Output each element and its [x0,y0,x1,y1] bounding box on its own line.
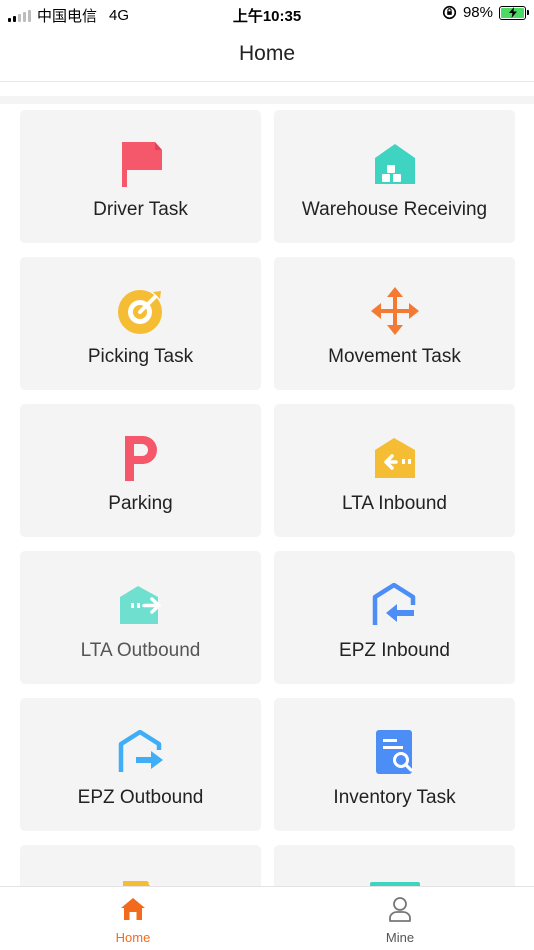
tab-home-label: Home [115,930,151,945]
epz-outbound-icon [20,728,261,776]
status-right: 98% [442,4,529,21]
home-icon [73,895,193,923]
content-area[interactable]: Driver Task Warehouse Receiving Picking … [0,96,534,886]
tile-partial-left[interactable] [20,845,261,886]
content-inner: Driver Task Warehouse Receiving Picking … [0,96,534,886]
tile-label: Picking Task [87,346,194,367]
tile-partial-right[interactable] [274,845,515,886]
tile-driver-task[interactable]: Driver Task [20,110,261,243]
tile-picking-task[interactable]: Picking Task [20,257,261,390]
tile-epz-outbound[interactable]: EPZ Outbound [20,698,261,831]
tile-label: Movement Task [328,346,461,367]
nav-header: Home [0,28,534,82]
target-icon [20,287,261,335]
tile-label: Warehouse Receiving [301,199,488,220]
epz-inbound-icon [274,581,515,629]
status-bar: 中国电信 4G 上午10:35 98% [0,0,534,28]
tile-warehouse-receiving[interactable]: Warehouse Receiving [274,110,515,243]
tab-bar: Home Mine [0,886,534,950]
parking-icon [20,434,261,482]
battery-percent: 98% [462,4,493,21]
inventory-search-icon [274,728,515,776]
app-screen: 中国电信 4G 上午10:35 98% Home Driver Task War… [0,0,534,950]
partial-yellow-icon [20,879,261,886]
top-band [0,96,534,104]
tile-label: Inventory Task [333,787,456,808]
move-arrows-icon [274,287,515,335]
tile-parking[interactable]: Parking [20,404,261,537]
tile-label: EPZ Inbound [339,640,450,661]
tab-mine-label: Mine [385,930,415,945]
flag-icon [20,140,261,188]
tile-lta-outbound[interactable]: LTA Outbound [20,551,261,684]
tile-label: LTA Inbound [342,493,447,514]
tab-home[interactable]: Home [73,895,193,947]
tile-movement-task[interactable]: Movement Task [274,257,515,390]
lta-outbound-icon [20,581,261,629]
tile-label: LTA Outbound [80,640,201,661]
tile-label: Parking [108,493,173,514]
warehouse-icon [274,140,515,188]
tile-label: Driver Task [93,199,188,220]
orientation-lock-icon [442,5,457,20]
lta-inbound-icon [274,434,515,482]
battery-icon [499,5,529,20]
tile-epz-inbound[interactable]: EPZ Inbound [274,551,515,684]
user-icon [340,895,460,923]
page-title: Home [238,42,296,65]
tile-label: EPZ Outbound [77,787,204,808]
tile-inventory-task[interactable]: Inventory Task [274,698,515,831]
tab-mine[interactable]: Mine [340,895,460,947]
tile-lta-inbound[interactable]: LTA Inbound [274,404,515,537]
